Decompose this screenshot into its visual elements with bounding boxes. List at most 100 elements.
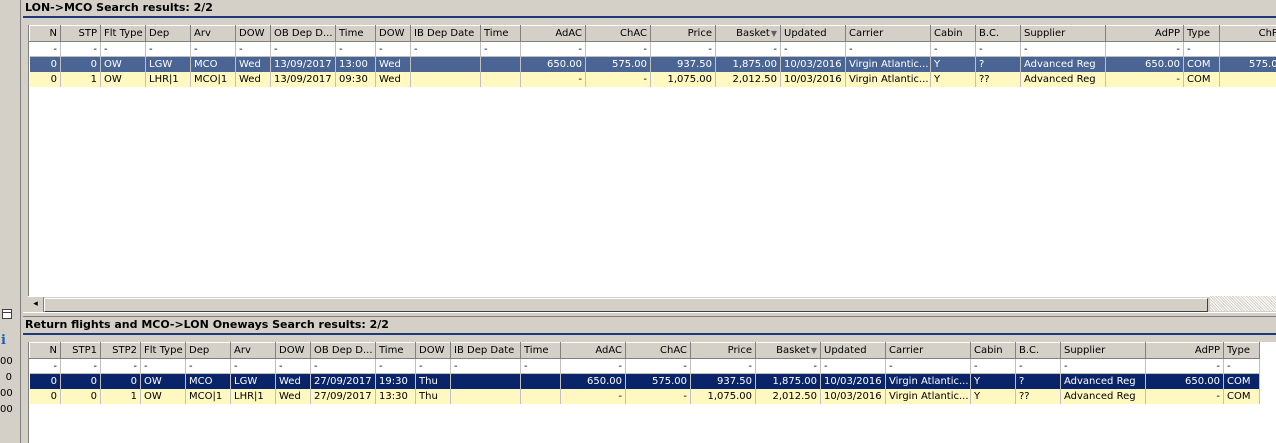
filter-cell[interactable]: - [1060,358,1146,374]
filter-cell[interactable]: - [755,358,821,374]
column-header[interactable]: Arv [230,342,276,359]
column-header[interactable]: Cabin [930,25,976,42]
column-header[interactable]: IB Dep Date [410,25,481,42]
column-header[interactable]: Time [520,342,561,359]
filter-cell[interactable]: - [60,358,101,374]
filter-cell[interactable]: - [930,41,976,57]
filter-cell[interactable]: - [270,41,336,57]
column-header[interactable]: AdAC [520,25,586,42]
filter-cell[interactable]: - [100,358,141,374]
column-header[interactable]: STP [60,25,101,42]
filter-cell[interactable]: - [230,358,276,374]
column-header[interactable]: AdPP [1145,342,1224,359]
column-header[interactable]: B.C. [1015,342,1061,359]
column-header[interactable]: IB Dep Date [450,342,521,359]
horizontal-scrollbar[interactable]: ◂ [28,296,1210,313]
column-header[interactable]: B.C. [975,25,1021,42]
filter-cell[interactable]: - [450,358,521,374]
column-header[interactable]: Time [335,25,376,42]
filter-cell[interactable]: - [1105,41,1184,57]
filter-cell[interactable]: - [60,41,101,57]
filter-cell[interactable]: - [820,358,886,374]
column-header[interactable]: ChPP [1219,25,1276,42]
column-header[interactable]: DOW [235,25,271,42]
filter-cell[interactable]: - [1015,358,1061,374]
column-header[interactable]: DOW [275,342,311,359]
filter-cell[interactable]: - [480,41,521,57]
column-header[interactable]: STP1 [60,342,101,359]
filter-cell[interactable]: - [1183,41,1220,57]
column-header[interactable]: DOW [415,342,451,359]
filter-cell[interactable]: - [520,358,561,374]
column-header[interactable]: Dep [185,342,231,359]
filter-cell[interactable]: - [410,41,481,57]
column-header[interactable]: STP2 [100,342,141,359]
filter-cell[interactable]: - [235,41,271,57]
column-header[interactable]: ChAC [585,25,651,42]
column-header[interactable]: ChAC [625,342,691,359]
filter-cell[interactable]: - [100,41,146,57]
column-header[interactable]: Updated [820,342,886,359]
filter-cell[interactable]: - [975,41,1021,57]
filter-cell[interactable]: - [715,41,781,57]
column-header[interactable]: Time [480,25,521,42]
filter-cell[interactable]: - [415,358,451,374]
filter-cell[interactable]: - [780,41,846,57]
column-header[interactable]: Supplier [1020,25,1106,42]
restore-panel-icon[interactable] [2,309,12,319]
column-header[interactable]: Flt Type [140,342,186,359]
filter-cell[interactable]: - [690,358,756,374]
filter-cell[interactable]: - [1223,358,1260,374]
filter-cell[interactable]: - [585,41,651,57]
table-row[interactable]: 0 0 OW LGW MCO Wed 13/09/2017 13:00 Wed 650.00 575… [29,56,1276,72]
column-header[interactable]: AdAC [560,342,626,359]
column-header[interactable]: Basket▼ [715,25,781,42]
scroll-left-button[interactable]: ◂ [28,297,44,312]
column-header[interactable]: Carrier [885,342,971,359]
table-row[interactable]: 0 1 OW LHR|1 MCO|1 Wed 13/09/2017 09:30 Wed - -1,0… [29,71,1276,87]
column-header[interactable]: N [29,25,61,42]
column-header[interactable]: Time [375,342,416,359]
filter-cell[interactable]: - [145,41,191,57]
column-header[interactable]: Updated [780,25,846,42]
column-header[interactable]: OB Dep D... [310,342,376,359]
filter-cell[interactable]: - [275,358,311,374]
column-header[interactable]: Basket▼ [755,342,821,359]
filter-cell[interactable]: - [190,41,236,57]
column-header[interactable]: Arv [190,25,236,42]
filter-cell[interactable]: - [335,41,376,57]
filter-cell[interactable]: - [1145,358,1224,374]
filter-cell[interactable]: - [375,41,411,57]
filter-cell[interactable]: - [520,41,586,57]
filter-cell[interactable]: - [1020,41,1106,57]
column-header[interactable]: Carrier [845,25,931,42]
column-header[interactable]: AdPP [1105,25,1184,42]
column-header[interactable]: Type [1223,342,1260,359]
filter-cell[interactable]: - [885,358,971,374]
filter-cell[interactable]: - [560,358,626,374]
column-header[interactable]: Price [650,25,716,42]
scrollbar-thumb[interactable] [44,298,1208,312]
filter-cell[interactable]: - [29,358,61,374]
column-header[interactable]: Cabin [970,342,1016,359]
filter-cell[interactable]: - [625,358,691,374]
filter-cell[interactable]: - [140,358,186,374]
table-row[interactable]: 0 0 1 OW MCO|1 LHR|1 Wed 27/09/2017 13:30 Thu - -1,… [29,388,1260,404]
filter-cell[interactable]: - [845,41,931,57]
filter-cell[interactable]: - [185,358,231,374]
table-row[interactable]: 0 0 0 OW MCO LGW Wed 27/09/2017 19:30 Thu 650.00 57… [29,373,1260,389]
column-header[interactable]: Price [690,342,756,359]
scrollbar-track[interactable] [1210,296,1276,311]
filter-cell[interactable]: - [970,358,1016,374]
filter-cell[interactable]: - [310,358,376,374]
column-header[interactable]: N [29,342,61,359]
filter-cell[interactable]: - [29,41,61,57]
filter-cell[interactable]: - [375,358,416,374]
column-header[interactable]: Supplier [1060,342,1146,359]
column-header[interactable]: OB Dep D... [270,25,336,42]
column-header[interactable]: Dep [145,25,191,42]
filter-cell[interactable]: - [650,41,716,57]
filter-cell[interactable]: - [1219,41,1276,57]
column-header[interactable]: DOW [375,25,411,42]
column-header[interactable]: Type [1183,25,1220,42]
